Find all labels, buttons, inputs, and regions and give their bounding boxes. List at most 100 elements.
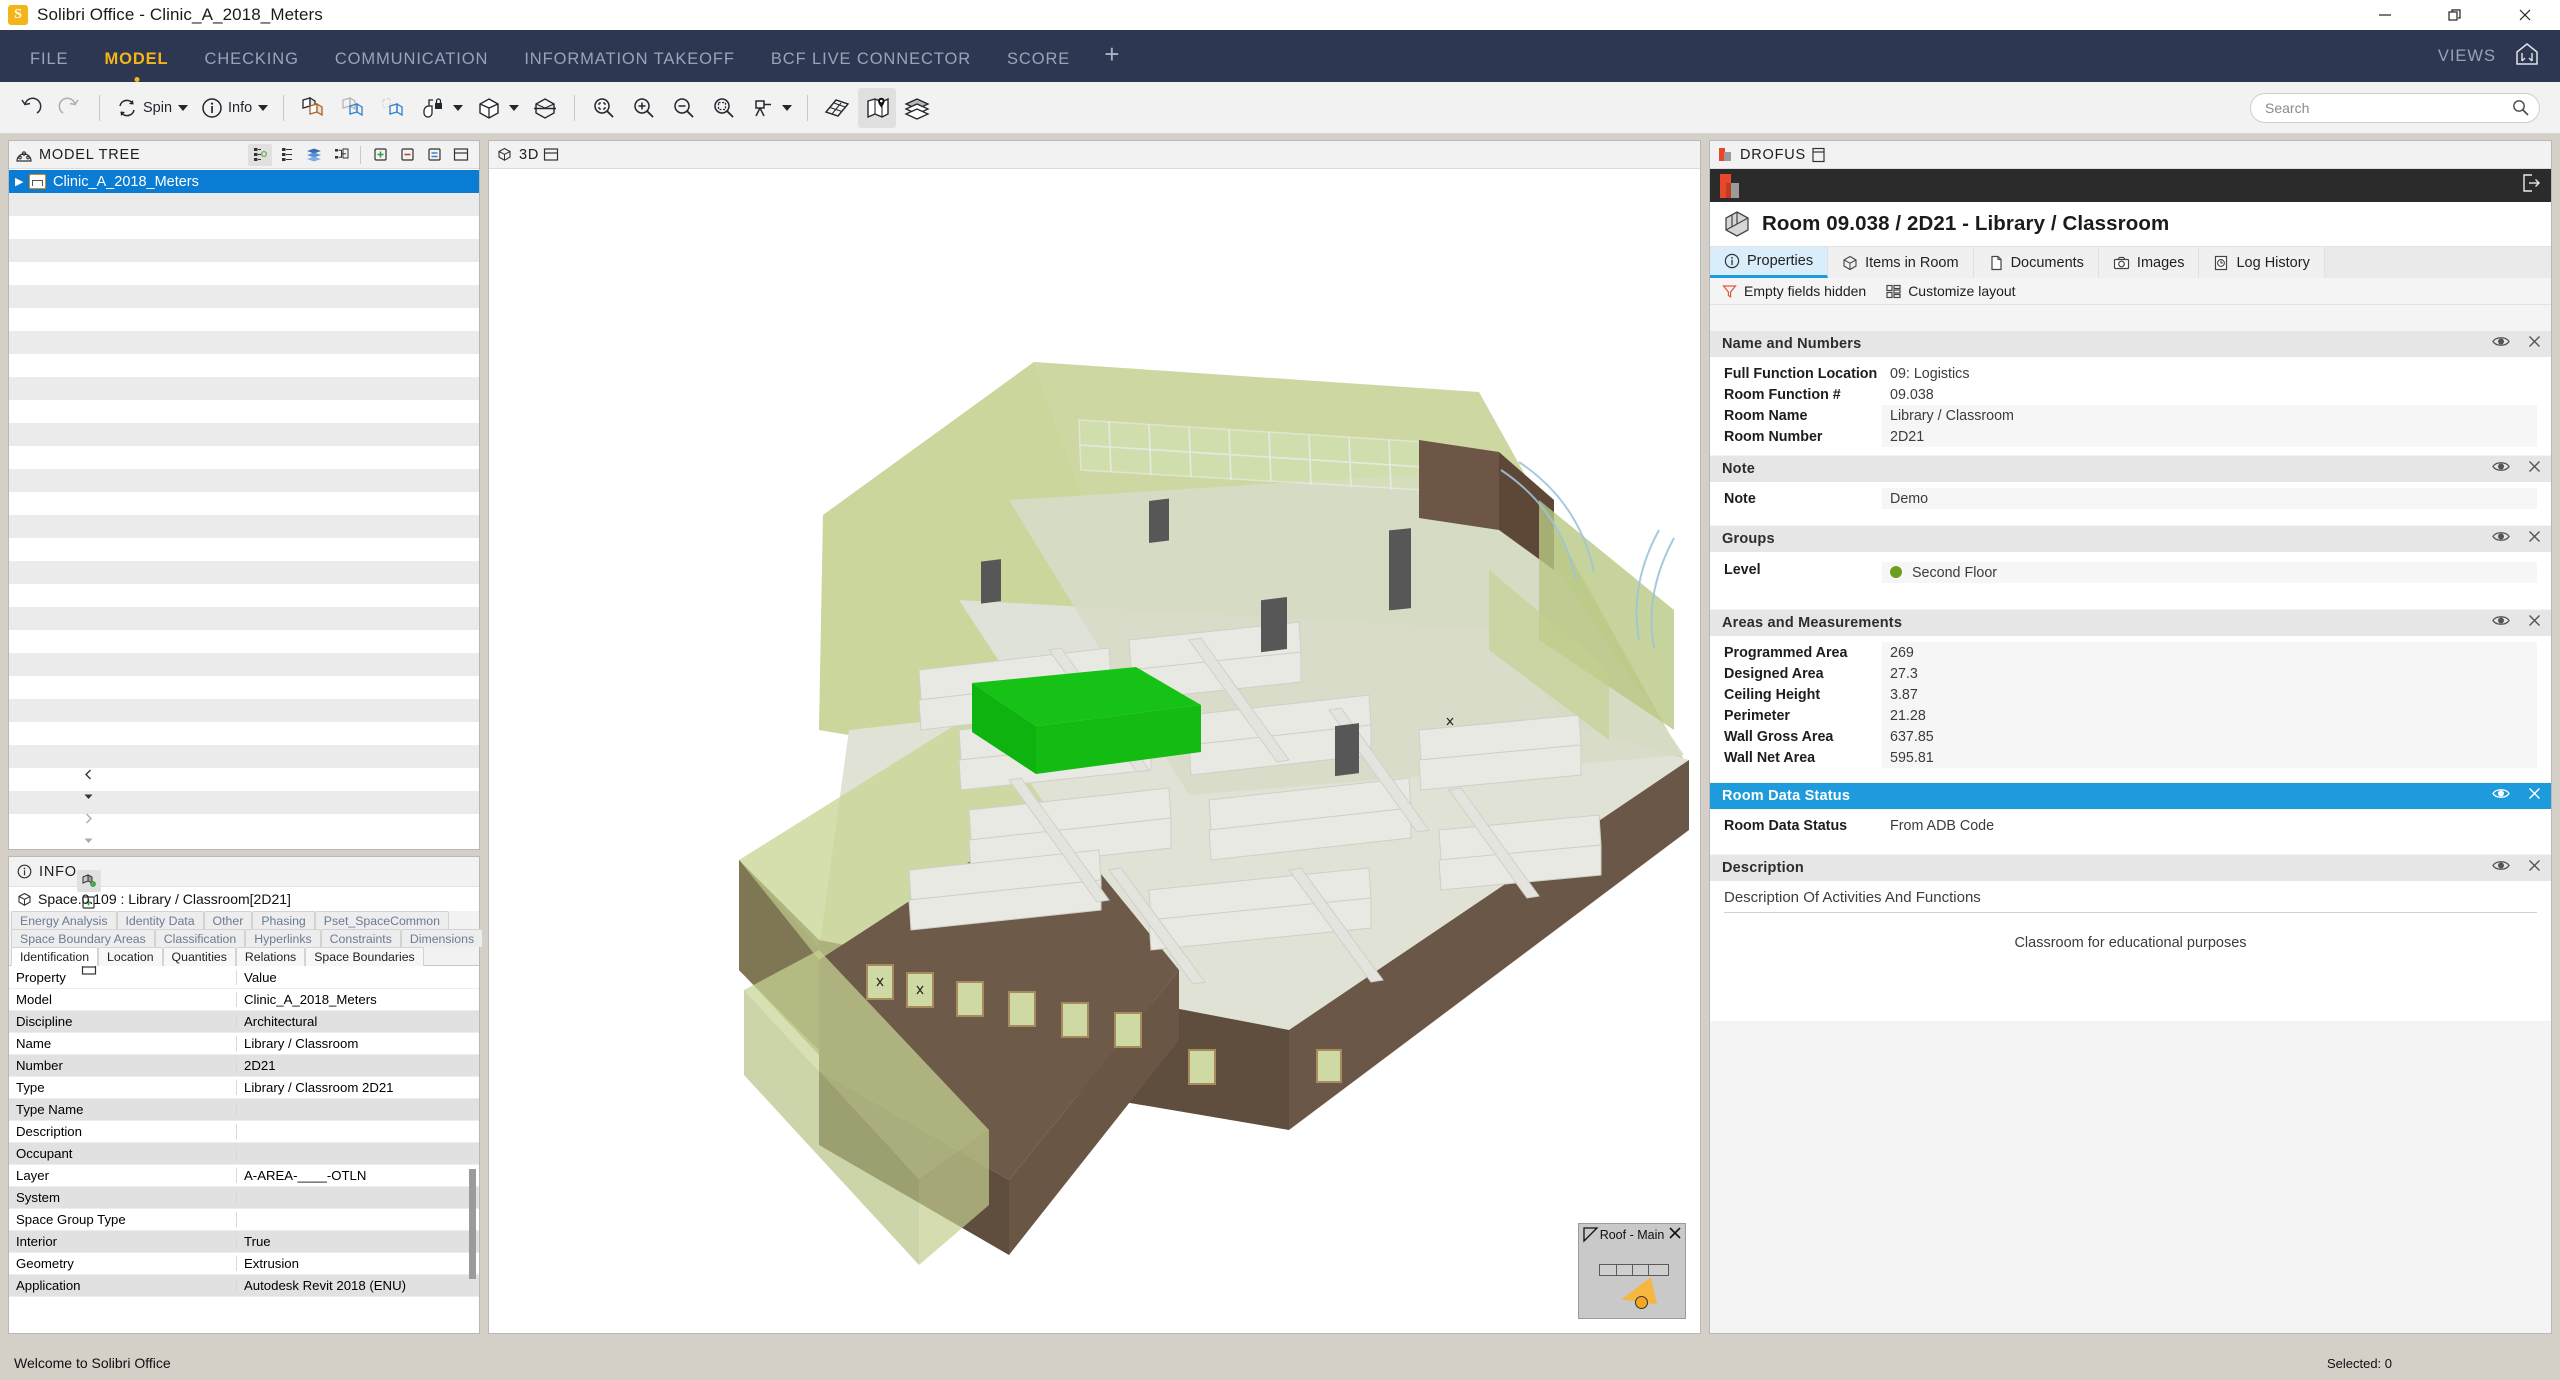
search-input[interactable]	[2250, 92, 2540, 123]
visibility-icon[interactable]	[2492, 787, 2510, 805]
drofus-properties-scroll[interactable]: Name and Numbers Full Function Location 0…	[1710, 330, 2551, 1333]
next-button[interactable]	[77, 808, 101, 830]
section-header[interactable]: Areas and Measurements	[1710, 609, 2551, 636]
visibility-icon[interactable]	[2492, 530, 2510, 548]
info-table-scrollbar[interactable]	[468, 1149, 477, 1309]
logout-icon[interactable]	[2521, 173, 2541, 198]
search-icon[interactable]	[2512, 99, 2529, 121]
visibility-icon[interactable]	[2492, 859, 2510, 877]
table-row[interactable]: Model Clinic_A_2018_Meters	[9, 989, 479, 1011]
next-dropdown-icon[interactable]	[77, 830, 101, 852]
tab-space-boundary-areas[interactable]: Space Boundary Areas	[11, 929, 155, 947]
tab-identification[interactable]: Identification	[11, 947, 99, 966]
field-value[interactable]: 3.87	[1882, 684, 2537, 705]
restore-button[interactable]	[2420, 0, 2490, 30]
table-row[interactable]: System	[9, 1187, 479, 1209]
view-3d-canvas[interactable]: Roof - Main	[489, 170, 1700, 1333]
table-row[interactable]: Type Library / Classroom 2D21	[9, 1077, 479, 1099]
tree-hierarchy-icon[interactable]	[248, 143, 272, 166]
show-all-icon[interactable]	[470, 88, 524, 128]
table-row[interactable]: Space Group Type	[9, 1209, 479, 1231]
close-icon[interactable]	[2528, 787, 2541, 805]
tab-identity-data[interactable]: Identity Data	[116, 911, 204, 929]
tree-layers-icon[interactable]	[302, 144, 326, 166]
tree-federated-icon[interactable]	[329, 144, 353, 166]
tab-location[interactable]: Location	[98, 947, 163, 966]
menu-item-file[interactable]: FILE	[12, 39, 86, 79]
expand-all-icon[interactable]	[368, 144, 392, 166]
close-icon[interactable]	[1668, 1226, 1682, 1245]
tab-quantities[interactable]: Quantities	[162, 947, 236, 966]
table-row[interactable]: Occupant	[9, 1143, 479, 1165]
table-row[interactable]: Type Name	[9, 1099, 479, 1121]
details-icon[interactable]	[422, 144, 446, 166]
zoom-area-icon[interactable]	[705, 88, 743, 128]
section-header[interactable]: Name and Numbers	[1710, 330, 2551, 357]
tab-other[interactable]: Other	[203, 911, 253, 929]
tab-documents[interactable]: Documents	[1973, 247, 2099, 278]
section-header[interactable]: Note	[1710, 455, 2551, 482]
add-tab-button[interactable]: +	[1088, 34, 1135, 74]
spin-tool-button[interactable]: Spin	[110, 88, 193, 128]
tab-items-in-room[interactable]: Items in Room	[1828, 247, 1974, 278]
tab-images[interactable]: Images	[2098, 247, 2200, 278]
redo-button[interactable]	[51, 88, 89, 128]
views-button[interactable]: VIEWS	[2438, 47, 2496, 66]
components-icon[interactable]	[76, 869, 101, 892]
views-icon[interactable]	[2514, 41, 2540, 72]
paint-lock-icon[interactable]	[414, 88, 468, 128]
section-header[interactable]: Description	[1710, 854, 2551, 881]
scrollbar-thumb[interactable]	[469, 1169, 476, 1279]
info-tool-button[interactable]: Info	[195, 88, 273, 128]
previous-dropdown-icon[interactable]	[77, 786, 101, 808]
show-hide-components-icon[interactable]	[294, 88, 332, 128]
section-box-icon[interactable]	[526, 88, 564, 128]
table-row[interactable]: Name Library / Classroom	[9, 1033, 479, 1055]
field-value[interactable]: 595.81	[1882, 747, 2537, 768]
table-row[interactable]: Number 2D21	[9, 1055, 479, 1077]
tab-space-boundaries[interactable]: Space Boundaries	[305, 947, 424, 966]
split-view-icon[interactable]	[539, 144, 563, 166]
empty-fields-hidden-button[interactable]: Empty fields hidden	[1722, 283, 1866, 299]
visibility-icon[interactable]	[2492, 614, 2510, 632]
menu-item-information-takeoff[interactable]: INFORMATION TAKEOFF	[506, 39, 753, 79]
menu-item-communication[interactable]: COMMUNICATION	[317, 39, 506, 79]
close-icon[interactable]	[2528, 859, 2541, 877]
visibility-icon[interactable]	[2492, 460, 2510, 478]
close-icon[interactable]	[2528, 460, 2541, 478]
tab-properties[interactable]: Properties	[1710, 247, 1829, 278]
tab-dimensions[interactable]: Dimensions	[400, 929, 484, 947]
chevron-down-icon[interactable]	[258, 104, 269, 111]
minimize-button[interactable]	[2350, 0, 2420, 30]
walk-tool-icon[interactable]	[745, 88, 797, 128]
table-row[interactable]: Application Autodesk Revit 2018 (ENU)	[9, 1275, 479, 1297]
tab-hyperlinks[interactable]: Hyperlinks	[245, 929, 321, 947]
navigation-widget[interactable]: Roof - Main	[1578, 1223, 1686, 1319]
close-icon[interactable]	[2528, 335, 2541, 353]
tab-log-history[interactable]: Log History	[2199, 247, 2325, 278]
chevron-down-icon[interactable]	[453, 104, 464, 111]
section-header[interactable]: Room Data Status	[1710, 782, 2551, 809]
chevron-right-icon[interactable]: ▶	[15, 175, 29, 188]
close-icon[interactable]	[2528, 614, 2541, 632]
chevron-down-icon[interactable]	[782, 104, 793, 111]
zoom-in-icon[interactable]	[625, 88, 663, 128]
tab-relations[interactable]: Relations	[235, 947, 306, 966]
slab-view-icon[interactable]	[818, 88, 856, 128]
field-value[interactable]: 269	[1882, 642, 2537, 663]
close-icon[interactable]	[2528, 530, 2541, 548]
field-value[interactable]: 637.85	[1882, 726, 2537, 747]
chevron-down-icon[interactable]	[178, 104, 189, 111]
tab-classification[interactable]: Classification	[154, 929, 246, 947]
previous-button[interactable]	[77, 764, 101, 786]
undo-button[interactable]	[11, 88, 49, 128]
customize-layout-button[interactable]: Customize layout	[1886, 283, 2016, 299]
menu-item-bcf-live-connector[interactable]: BCF LIVE CONNECTOR	[753, 39, 989, 79]
tree-node-clinic[interactable]: ▶ Clinic_A_2018_Meters	[9, 170, 479, 193]
collapse-all-icon[interactable]	[395, 144, 419, 166]
tab-constraints[interactable]: Constraints	[320, 929, 401, 947]
section-header[interactable]: Groups	[1710, 525, 2551, 552]
zoom-out-icon[interactable]	[665, 88, 703, 128]
field-value[interactable]: Demo	[1882, 488, 2537, 509]
menu-item-checking[interactable]: CHECKING	[187, 39, 317, 79]
